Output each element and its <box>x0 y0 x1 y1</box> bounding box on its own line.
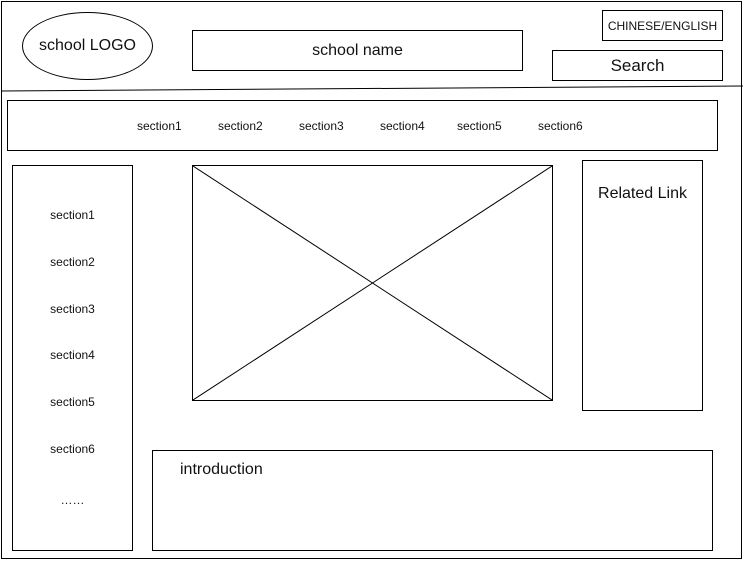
side-nav-section3[interactable]: section3 <box>13 302 132 316</box>
related-link-title[interactable]: Related Link <box>583 185 702 203</box>
side-nav-section5[interactable]: section5 <box>13 395 132 409</box>
top-nav-section6[interactable]: section6 <box>538 101 583 150</box>
side-nav-label: section4 <box>50 348 95 362</box>
top-nav-section4[interactable]: section4 <box>380 101 425 150</box>
header-divider-line <box>0 85 744 92</box>
side-nav-section2[interactable]: section2 <box>13 255 132 269</box>
related-link-panel: Related Link <box>582 160 703 411</box>
top-nav-label: section5 <box>457 118 502 133</box>
side-nav-section6[interactable]: section6 <box>13 442 132 456</box>
top-nav-section3[interactable]: section3 <box>299 101 344 150</box>
side-nav-panel: section1 section2 section3 section4 sect… <box>12 165 133 551</box>
top-nav-bar: section1 section2 section3 section4 sect… <box>7 100 718 151</box>
top-nav-label: section3 <box>299 118 344 133</box>
top-nav-label: section1 <box>137 118 182 133</box>
top-nav-section2[interactable]: section2 <box>218 101 263 150</box>
main-image-placeholder <box>192 165 553 401</box>
top-nav-label: section2 <box>218 118 263 133</box>
header-divider <box>0 85 744 92</box>
side-nav-section1[interactable]: section1 <box>13 208 132 222</box>
top-nav-label: section6 <box>538 118 583 133</box>
introduction-panel: introduction <box>152 450 713 551</box>
top-nav-section1[interactable]: section1 <box>137 101 182 150</box>
side-nav-label: section1 <box>50 208 95 222</box>
top-nav-label: section4 <box>380 118 425 133</box>
top-nav-section5[interactable]: section5 <box>457 101 502 150</box>
introduction-label: introduction <box>180 461 263 478</box>
side-nav-label: section3 <box>50 302 95 316</box>
side-nav-label: section6 <box>50 442 95 456</box>
side-nav-more: …… <box>60 493 85 507</box>
side-nav-section4[interactable]: section4 <box>13 348 132 362</box>
side-nav-label: section2 <box>50 255 95 269</box>
side-nav-label: section5 <box>50 395 95 409</box>
image-placeholder-cross <box>193 166 552 400</box>
